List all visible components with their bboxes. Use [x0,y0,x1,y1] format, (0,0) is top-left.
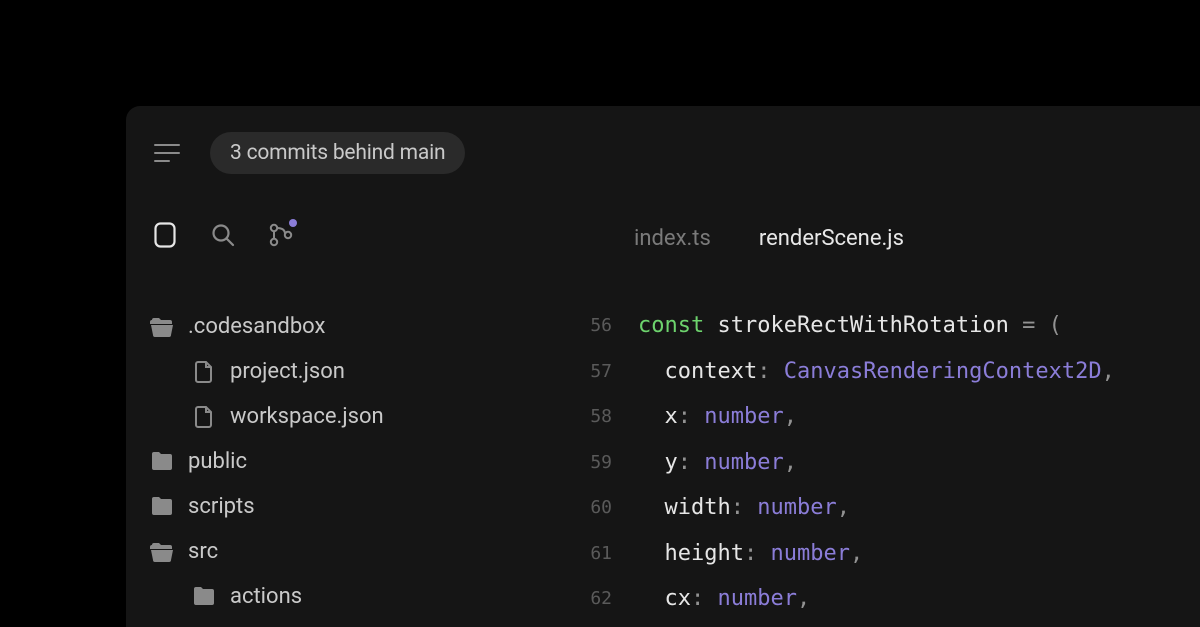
code-line[interactable]: width: number, [638,485,1200,531]
status-badge[interactable]: 3 commits behind main [210,132,465,174]
editor-window: 3 commits behind main [126,106,1200,627]
folder-scripts[interactable]: scripts [150,484,556,529]
source-control-icon[interactable] [268,222,294,248]
topbar: 3 commits behind main [126,106,1200,174]
line-number: 61 [566,531,612,577]
code-line[interactable]: const strokeRectWithRotation = ( [638,303,1200,349]
menu-icon[interactable] [154,144,180,162]
folder-icon [192,585,216,609]
folder-open-icon [150,315,174,339]
code-line[interactable]: cx: number, [638,576,1200,622]
file-icon [192,360,216,384]
file-icon [192,405,216,429]
tree-item-label: src [188,539,218,564]
explorer-icon[interactable] [152,222,178,248]
file-project-json[interactable]: project.json [150,349,556,394]
tree-item-label: actions [230,584,302,609]
folder-icon [150,450,174,474]
code-line[interactable]: cy: number, [638,622,1200,627]
folder-actions[interactable]: actions [150,574,556,619]
code-line[interactable]: height: number, [638,531,1200,577]
line-number: 59 [566,440,612,486]
sidebar-toolbar [150,222,556,248]
line-gutter: 5657585960616263 [566,303,638,627]
editor-area: index.ts renderScene.js 5657585960616263 … [566,222,1200,627]
code-line[interactable]: x: number, [638,394,1200,440]
search-icon[interactable] [210,222,236,248]
folder-icon [150,495,174,519]
line-number: 62 [566,576,612,622]
line-number: 58 [566,394,612,440]
line-number: 63 [566,622,612,627]
folder--codesandbox[interactable]: .codesandbox [150,304,556,349]
tree-item-label: .codesandbox [188,314,325,339]
sidebar: .codesandbox project.json workspace.json pu… [126,222,566,627]
code-lines[interactable]: const strokeRectWithRotation = ( context… [638,303,1200,627]
tree-item-label: workspace.json [230,404,384,429]
tree-item-label: public [188,449,247,474]
notification-dot-icon [289,219,297,227]
main-area: .codesandbox project.json workspace.json pu… [126,222,1200,627]
code-line[interactable]: y: number, [638,440,1200,486]
file-tree: .codesandbox project.json workspace.json pu… [150,304,556,619]
line-number: 56 [566,303,612,349]
line-number: 57 [566,349,612,395]
tab-renderScene-js[interactable]: renderScene.js [759,222,904,255]
code-line[interactable]: context: CanvasRenderingContext2D, [638,349,1200,395]
tree-item-label: scripts [188,494,255,519]
tab-index-ts[interactable]: index.ts [634,222,711,255]
tree-item-label: project.json [230,359,345,384]
folder-public[interactable]: public [150,439,556,484]
code-block[interactable]: 5657585960616263 const strokeRectWithRot… [566,303,1200,627]
file-workspace-json[interactable]: workspace.json [150,394,556,439]
folder-open-icon [150,540,174,564]
tabs: index.ts renderScene.js [566,222,1200,255]
line-number: 60 [566,485,612,531]
folder-src[interactable]: src [150,529,556,574]
